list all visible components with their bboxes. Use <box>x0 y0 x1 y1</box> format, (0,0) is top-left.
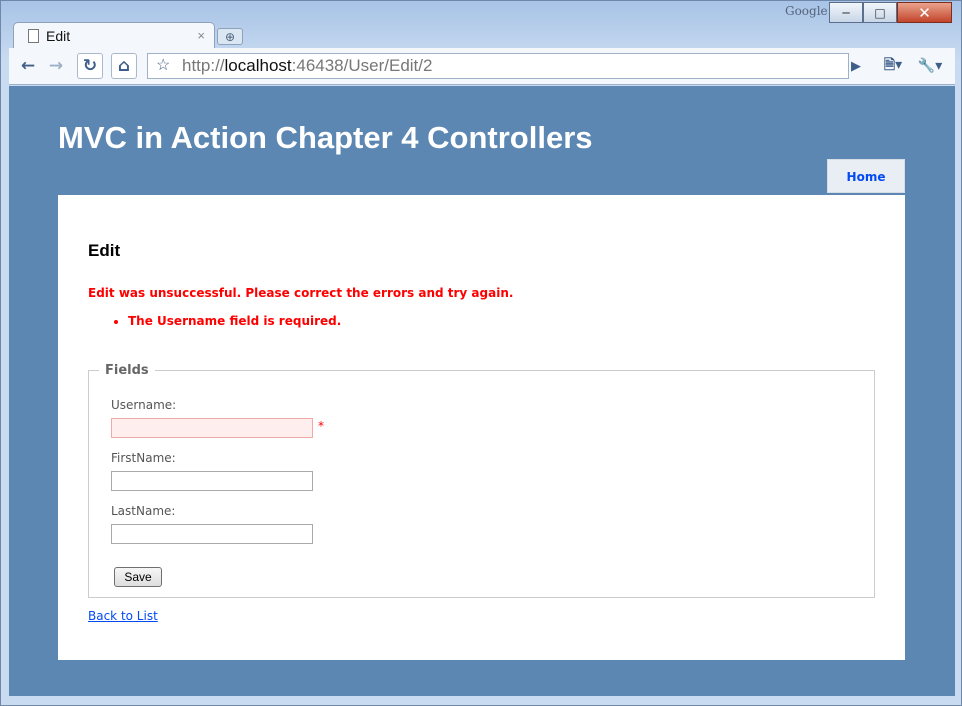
wrench-icon[interactable]: 🔧▾ <box>913 53 947 79</box>
home-icon[interactable]: ⌂ <box>111 53 137 79</box>
page-viewport: MVC in Action Chapter 4 Controllers Home… <box>9 86 955 696</box>
maximize-icon[interactable]: □ <box>863 2 897 23</box>
browser-toolbar: ← → ↻ ⌂ ☆ http://localhost:46438/User/Edi… <box>9 48 955 85</box>
firstname-label: FirstName: <box>111 451 176 465</box>
page-icon <box>28 29 39 43</box>
go-icon[interactable]: ▶ <box>843 53 869 79</box>
address-bar[interactable]: ☆ http://localhost:46438/User/Edit/2 <box>147 53 849 79</box>
menu-item-home[interactable]: Home <box>827 159 905 193</box>
url-path: :46438/User/Edit/2 <box>291 56 433 75</box>
window-controls: ─ □ ✕ <box>829 2 952 23</box>
back-to-list-link[interactable]: Back to List <box>88 609 158 623</box>
browser-window: Google ─ □ ✕ Edit × ⊕ ← → ↻ ⌂ ☆ http://lo… <box>0 0 962 706</box>
browser-brand: Google <box>785 4 828 18</box>
url-scheme: http:// <box>182 56 225 75</box>
main-content: Edit Edit was unsuccessful. Please corre… <box>58 195 905 660</box>
forward-icon[interactable]: → <box>43 53 69 79</box>
validation-summary: Edit was unsuccessful. Please correct th… <box>88 286 514 300</box>
save-button[interactable]: Save <box>114 567 162 587</box>
close-window-icon[interactable]: ✕ <box>897 2 952 23</box>
validation-errors: The Username field is required. <box>110 314 341 328</box>
close-tab-icon[interactable]: × <box>197 28 205 43</box>
minimize-icon[interactable]: ─ <box>829 2 863 23</box>
bookmark-star-icon[interactable]: ☆ <box>156 54 170 78</box>
tab-title: Edit <box>46 28 71 44</box>
browser-tab[interactable]: Edit × <box>13 22 215 49</box>
fieldset-legend: Fields <box>105 363 149 378</box>
page-heading: Edit <box>88 241 121 260</box>
username-error-marker: * <box>318 419 324 433</box>
username-label: Username: <box>111 398 177 412</box>
page-menu-icon[interactable]: 🗎▾ <box>877 53 909 79</box>
back-icon[interactable]: ← <box>15 53 41 79</box>
validation-error-item: The Username field is required. <box>128 314 341 328</box>
username-input[interactable] <box>111 418 313 438</box>
reload-icon[interactable]: ↻ <box>77 53 103 79</box>
site-title: MVC in Action Chapter 4 Controllers <box>58 120 593 155</box>
lastname-input[interactable] <box>111 524 313 544</box>
firstname-input[interactable] <box>111 471 313 491</box>
new-tab-icon[interactable]: ⊕ <box>217 28 243 45</box>
fields-fieldset: Fields Username: * FirstName: LastName: … <box>88 363 875 598</box>
url-host: localhost <box>224 56 292 75</box>
lastname-label: LastName: <box>111 504 176 518</box>
